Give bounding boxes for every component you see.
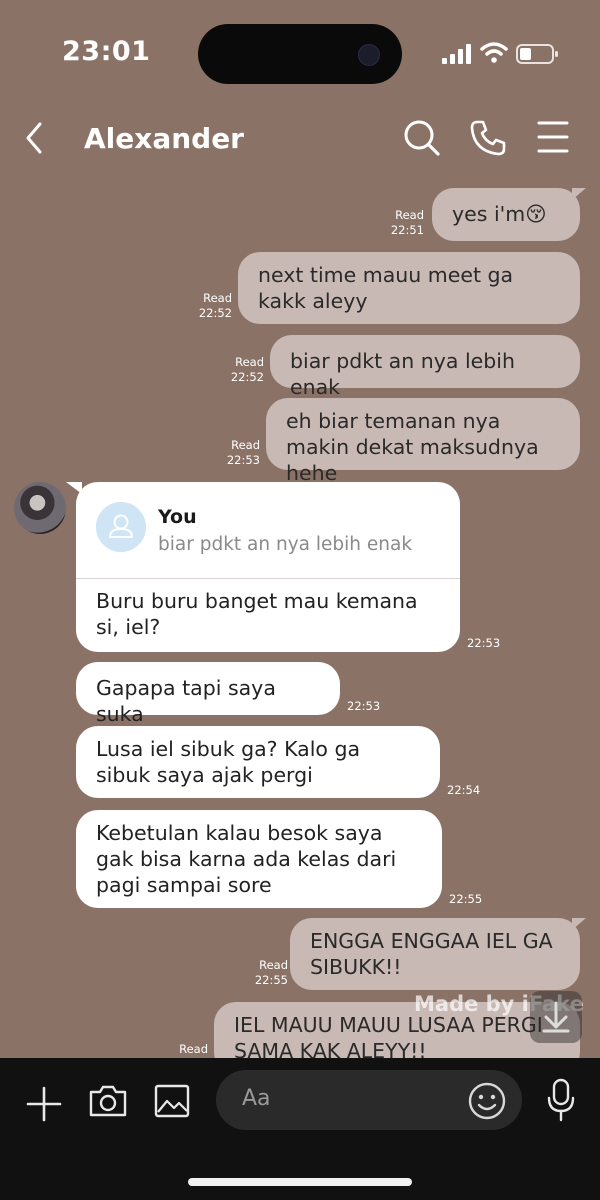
message-time: 22:53 — [226, 453, 260, 467]
read-label: Read — [259, 958, 288, 972]
message-text: biar pdkt an nya lebih enak — [290, 349, 515, 399]
message-text: Buru buru banget mau kemana si, iel? — [96, 589, 418, 639]
message-input[interactable]: Aa — [216, 1070, 522, 1130]
message-text: Kebetulan kalau besok saya gak bisa karn… — [96, 821, 397, 897]
camera-icon[interactable] — [88, 1084, 128, 1118]
outgoing-message[interactable]: biar pdkt an nya lebih enak — [270, 335, 580, 399]
search-icon[interactable] — [402, 118, 442, 158]
user-icon — [96, 502, 146, 552]
read-receipt: Read 22:52 — [196, 291, 232, 321]
front-camera — [358, 44, 380, 66]
status-time: 23:01 — [62, 36, 151, 67]
message-time: 22:55 — [449, 892, 483, 906]
outgoing-message[interactable]: ENGGA ENGGAA IEL GA SIBUKK!! — [290, 918, 586, 990]
contact-avatar[interactable] — [14, 482, 66, 534]
message-text: Lusa iel sibuk ga? Kalo ga sibuk saya aj… — [96, 737, 361, 787]
reply-message[interactable]: You biar pdkt an nya lebih enak Buru bur… — [76, 482, 460, 652]
outgoing-message[interactable]: eh biar temanan nya makin dekat maksudny… — [266, 398, 580, 485]
message-time: 22:54 — [447, 783, 481, 797]
emoji-icon[interactable] — [468, 1082, 506, 1120]
message-time: 22:53 — [347, 699, 381, 713]
read-receipt: Read 22:51 — [388, 208, 424, 238]
mic-icon[interactable] — [546, 1078, 576, 1122]
message-text: eh biar temanan nya makin dekat maksudny… — [286, 409, 539, 485]
read-label: Read — [395, 208, 424, 222]
back-chevron-icon[interactable] — [22, 120, 46, 156]
input-bar: Aa — [0, 1058, 600, 1200]
message-text: next time mauu meet ga kakk aleyy — [258, 263, 514, 313]
signal-icon — [442, 44, 471, 64]
message-input-placeholder: Aa — [242, 1086, 271, 1111]
dynamic-island — [198, 24, 402, 84]
status-bar: 23:01 — [0, 0, 600, 100]
message-time: 22:52 — [230, 370, 264, 384]
quoted-sender: You — [158, 506, 197, 528]
quoted-text: biar pdkt an nya lebih enak — [158, 534, 413, 555]
wifi-icon — [480, 42, 508, 63]
scroll-down-button[interactable] — [530, 991, 582, 1043]
read-receipt: Read 22:52 — [226, 355, 264, 385]
message-time: 22:51 — [390, 223, 424, 237]
read-receipt: Read 22:53 — [222, 438, 260, 468]
chat-header: Alexander — [0, 100, 600, 180]
message-time: 22:55 — [254, 973, 288, 987]
message-text: ENGGA ENGGAA IEL GA SIBUKK!! — [310, 929, 553, 979]
message-text: IEL MAUU MAUU LUSAA PERGI SAMA KAK ALEYY… — [234, 1013, 543, 1063]
read-label: Read — [235, 355, 264, 369]
image-icon[interactable] — [154, 1084, 190, 1118]
phone-icon[interactable] — [468, 118, 508, 158]
outgoing-message[interactable]: yes i'm😚 — [432, 188, 586, 241]
read-label: Read — [179, 1042, 208, 1056]
battery-icon — [516, 44, 558, 64]
menu-icon[interactable] — [536, 120, 570, 154]
message-text: yes i'm😚 — [452, 202, 547, 226]
message-time: 22:52 — [198, 306, 232, 320]
contact-name[interactable]: Alexander — [84, 122, 244, 155]
message-time: 22:53 — [467, 636, 501, 650]
plus-icon[interactable] — [26, 1086, 62, 1122]
scroll-down-icon — [542, 1001, 570, 1033]
read-receipt: Read — [170, 1042, 208, 1057]
outgoing-message[interactable]: next time mauu meet ga kakk aleyy — [238, 252, 580, 324]
read-label: Read — [203, 291, 232, 305]
read-label: Read — [231, 438, 260, 452]
incoming-message[interactable]: Lusa iel sibuk ga? Kalo ga sibuk saya aj… — [76, 726, 440, 798]
incoming-message[interactable]: Kebetulan kalau besok saya gak bisa karn… — [76, 810, 442, 908]
message-text: Gapapa tapi saya suka — [96, 676, 276, 726]
quoted-message[interactable]: You biar pdkt an nya lebih enak — [76, 482, 460, 579]
incoming-message[interactable]: Gapapa tapi saya suka — [76, 662, 340, 726]
home-indicator — [188, 1178, 412, 1186]
read-receipt: Read 22:55 — [250, 958, 288, 988]
